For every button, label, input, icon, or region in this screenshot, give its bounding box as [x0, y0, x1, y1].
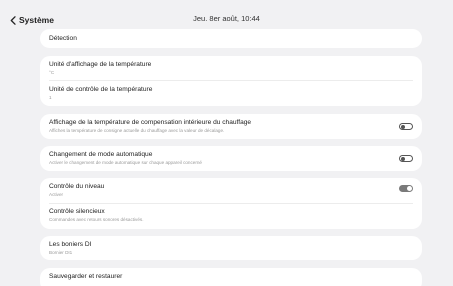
level-control-status: Activer — [49, 192, 64, 197]
display-unit-row[interactable]: Unité d'affichage de la température °C — [40, 60, 422, 76]
level-control-row[interactable]: Contrôle du niveau Activer — [40, 182, 422, 198]
control-card: Contrôle du niveau Activer Contrôle sile… — [40, 178, 422, 229]
compensation-description: Affiches la température de consigne actu… — [49, 128, 225, 133]
compensation-card: Affichage de la température de compensat… — [40, 114, 422, 139]
terminals-card: Les boniers DI Bornier DI1 — [40, 236, 422, 260]
mode-change-description: Activer le changement de mode automatiqu… — [49, 160, 202, 165]
mode-change-row[interactable]: Changement de mode automatique Activer l… — [40, 150, 422, 166]
compensation-toggle[interactable] — [399, 123, 413, 130]
level-control-toggle[interactable] — [399, 185, 413, 192]
divider — [49, 203, 413, 204]
terminals-value: Bornier DI1 — [49, 250, 73, 255]
silent-control-description: Commandes avec retours sonores désactivé… — [49, 217, 144, 222]
detection-title: Détection — [49, 35, 77, 42]
mode-change-toggle[interactable] — [399, 155, 413, 162]
compensation-title: Affichage de la température de compensat… — [49, 119, 252, 126]
silent-control-title: Contrôle silencieux — [49, 208, 105, 215]
terminals-title: Les boniers DI — [49, 241, 92, 248]
level-control-title: Contrôle du niveau — [49, 183, 105, 190]
mode-change-title: Changement de mode automatique — [49, 151, 153, 158]
display-unit-title: Unité d'affichage de la température — [49, 61, 152, 68]
mode-change-card: Changement de mode automatique Activer l… — [40, 146, 422, 171]
compensation-row[interactable]: Affichage de la température de compensat… — [40, 118, 422, 134]
settings-screen: Système Jeu. 8er août, 10:44 Détection U… — [0, 0, 453, 286]
detection-row[interactable]: Détection — [40, 34, 422, 43]
display-unit-value: °C — [49, 70, 55, 75]
units-card: Unité d'affichage de la température °C U… — [40, 56, 422, 106]
datetime-label: Jeu. 8er août, 10:44 — [193, 14, 260, 23]
control-unit-title: Unité de contrôle de la température — [49, 86, 153, 93]
backup-card: Sauvegarder et restaurer — [40, 268, 422, 286]
detection-card: Détection — [40, 29, 422, 48]
backup-restore-row[interactable]: Sauvegarder et restaurer — [40, 272, 422, 281]
control-unit-value: 1 — [49, 95, 52, 100]
control-unit-row[interactable]: Unité de contrôle de la température 1 — [40, 85, 422, 101]
backup-restore-title: Sauvegarder et restaurer — [49, 273, 123, 280]
terminals-row[interactable]: Les boniers DI Bornier DI1 — [40, 240, 422, 256]
divider — [49, 80, 413, 81]
toggle-knob — [407, 186, 412, 191]
silent-control-row[interactable]: Contrôle silencieux Commandes avec retou… — [40, 207, 422, 223]
toggle-knob — [401, 124, 405, 129]
toggle-knob — [401, 156, 405, 161]
